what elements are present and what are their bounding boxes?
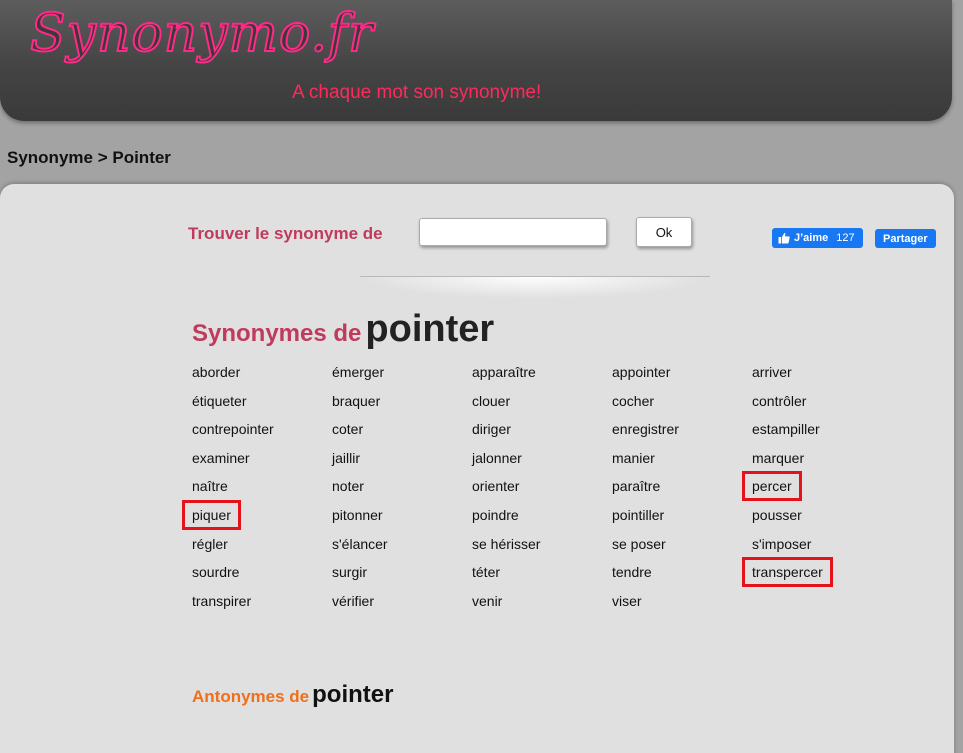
synonym-link[interactable]: s'élancer bbox=[332, 534, 388, 554]
antonyms-heading: Antonymes de pointer bbox=[192, 681, 393, 709]
synonym-link[interactable]: pointiller bbox=[612, 505, 664, 525]
synonym-link[interactable]: transpercer bbox=[742, 557, 833, 588]
thumbs-up-icon bbox=[778, 232, 790, 244]
synonym-link[interactable]: cocher bbox=[612, 391, 654, 411]
synonym-link[interactable]: pousser bbox=[752, 505, 802, 525]
section-divider bbox=[360, 276, 710, 299]
synonym-link[interactable]: paraître bbox=[612, 476, 660, 496]
synonym-link[interactable]: marquer bbox=[752, 448, 804, 468]
site-header: Synonymo.fr A chaque mot son synonyme! bbox=[0, 0, 952, 121]
synonym-link[interactable]: coter bbox=[332, 419, 363, 439]
synonym-link[interactable]: téter bbox=[472, 562, 500, 582]
synonym-link[interactable]: examiner bbox=[192, 448, 250, 468]
synonym-link[interactable]: pitonner bbox=[332, 505, 383, 525]
breadcrumb-home-link[interactable]: Synonyme bbox=[7, 148, 93, 167]
synonyms-grid: aborder émerger apparaître appointer arriver… bbox=[182, 362, 892, 619]
facebook-like-label: J’aime bbox=[794, 232, 829, 244]
breadcrumb: Synonyme > Pointer bbox=[7, 148, 171, 168]
synonyms-heading: Synonymes de pointer bbox=[192, 308, 494, 351]
synonym-link[interactable]: viser bbox=[612, 591, 642, 611]
antonyms-heading-prefix: Antonymes de bbox=[192, 687, 310, 706]
synonym-link[interactable]: jalonner bbox=[472, 448, 522, 468]
synonym-link[interactable]: clouer bbox=[472, 391, 510, 411]
synonyms-heading-word: pointer bbox=[365, 308, 495, 350]
search-input[interactable] bbox=[419, 218, 607, 246]
synonym-link[interactable]: noter bbox=[332, 476, 364, 496]
facebook-like-button[interactable]: J’aime 127 bbox=[772, 228, 863, 248]
synonym-link[interactable]: transpirer bbox=[192, 591, 251, 611]
synonym-link[interactable]: jaillir bbox=[332, 448, 360, 468]
synonym-link[interactable]: contrepointer bbox=[192, 419, 274, 439]
synonym-link[interactable]: percer bbox=[742, 471, 802, 502]
synonym-link[interactable]: étiqueter bbox=[192, 391, 246, 411]
synonym-link[interactable]: sourdre bbox=[192, 562, 239, 582]
synonym-link[interactable]: poindre bbox=[472, 505, 519, 525]
page: Synonymo.fr A chaque mot son synonyme! S… bbox=[0, 0, 963, 753]
synonym-link[interactable]: naître bbox=[192, 476, 228, 496]
site-logo[interactable]: Synonymo.fr bbox=[29, 3, 374, 65]
antonyms-heading-word: pointer bbox=[312, 681, 394, 708]
facebook-share-button[interactable]: Partager bbox=[875, 229, 936, 248]
breadcrumb-separator: > bbox=[92, 148, 113, 167]
synonym-link[interactable]: contrôler bbox=[752, 391, 806, 411]
synonym-link[interactable]: enregistrer bbox=[612, 419, 679, 439]
synonym-link[interactable]: diriger bbox=[472, 419, 511, 439]
search-ok-button[interactable]: Ok bbox=[636, 217, 692, 247]
search-label: Trouver le synonyme de bbox=[188, 224, 383, 243]
synonym-link[interactable]: surgir bbox=[332, 562, 367, 582]
synonym-link[interactable]: aborder bbox=[192, 362, 240, 382]
synonym-link[interactable]: appointer bbox=[612, 362, 670, 382]
synonym-link[interactable]: vérifier bbox=[332, 591, 374, 611]
synonym-link[interactable]: apparaître bbox=[472, 362, 536, 382]
facebook-like-count: 127 bbox=[836, 232, 855, 244]
synonym-link[interactable]: se hérisser bbox=[472, 534, 540, 554]
synonym-link[interactable]: s'imposer bbox=[752, 534, 811, 554]
synonyms-heading-prefix: Synonymes de bbox=[192, 320, 362, 347]
synonym-link[interactable]: estampiller bbox=[752, 419, 820, 439]
synonym-link[interactable]: arriver bbox=[752, 362, 792, 382]
synonym-link[interactable]: manier bbox=[612, 448, 655, 468]
synonym-link[interactable]: piquer bbox=[182, 499, 241, 530]
site-tagline: A chaque mot son synonyme! bbox=[292, 82, 542, 103]
synonym-link[interactable]: se poser bbox=[612, 534, 666, 554]
synonym-link[interactable]: braquer bbox=[332, 391, 380, 411]
synonym-link[interactable]: venir bbox=[472, 591, 502, 611]
synonym-link[interactable]: orienter bbox=[472, 476, 519, 496]
synonym-link[interactable]: tendre bbox=[612, 562, 652, 582]
breadcrumb-current: Pointer bbox=[112, 148, 171, 167]
synonym-link[interactable]: régler bbox=[192, 534, 228, 554]
synonym-link[interactable]: émerger bbox=[332, 362, 384, 382]
content-panel: Trouver le synonyme de Ok J’aime 127 Part… bbox=[0, 184, 954, 753]
